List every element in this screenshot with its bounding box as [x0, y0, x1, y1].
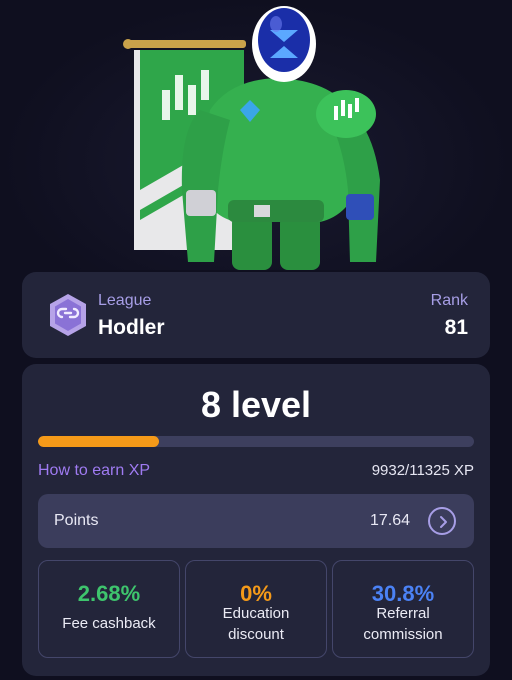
education-discount-stat: 0% Education discount [185, 560, 327, 658]
stat-label-line1: Referral [376, 605, 430, 622]
hero-illustration [0, 0, 512, 270]
stat-label-line1: Education [222, 605, 290, 622]
points-row[interactable]: Points 17.64 [38, 494, 474, 548]
xp-count: 9932/11325 XP [371, 462, 474, 479]
astronaut-mascot-image [123, 6, 380, 270]
league-name: Hodler [98, 316, 165, 339]
chevron-right-circle-icon[interactable] [428, 507, 456, 535]
rank-label: Rank [430, 292, 468, 309]
stat-label-line1: Fee cashback [62, 615, 156, 632]
rank-value: 81 [444, 316, 468, 339]
how-to-earn-xp-link[interactable]: How to earn XP [38, 462, 150, 480]
points-label: Points [54, 512, 99, 529]
stat-label-line2: discount [228, 626, 284, 643]
stat-label: Referral commission [333, 603, 473, 645]
fee-cashback-stat: 2.68% Fee cashback [38, 560, 180, 658]
referral-commission-stat: 30.8% Referral commission [332, 560, 474, 658]
level-title: 8 level [200, 384, 312, 425]
league-label: League [98, 292, 152, 309]
xp-progress-fill [38, 436, 159, 447]
stat-label-line2: commission [363, 626, 443, 643]
league-card: League Hodler Rank 81 [22, 272, 490, 358]
stat-label: Fee cashback [39, 613, 179, 634]
xp-progress-bar [38, 436, 474, 447]
stat-value: 2.68% [77, 581, 141, 606]
hexagon-link-badge-icon [50, 294, 86, 336]
stat-label: Education discount [186, 603, 326, 645]
level-card: 8 level How to earn XP 9932/11325 XP Poi… [22, 364, 490, 676]
points-value: 17.64 [369, 512, 410, 529]
